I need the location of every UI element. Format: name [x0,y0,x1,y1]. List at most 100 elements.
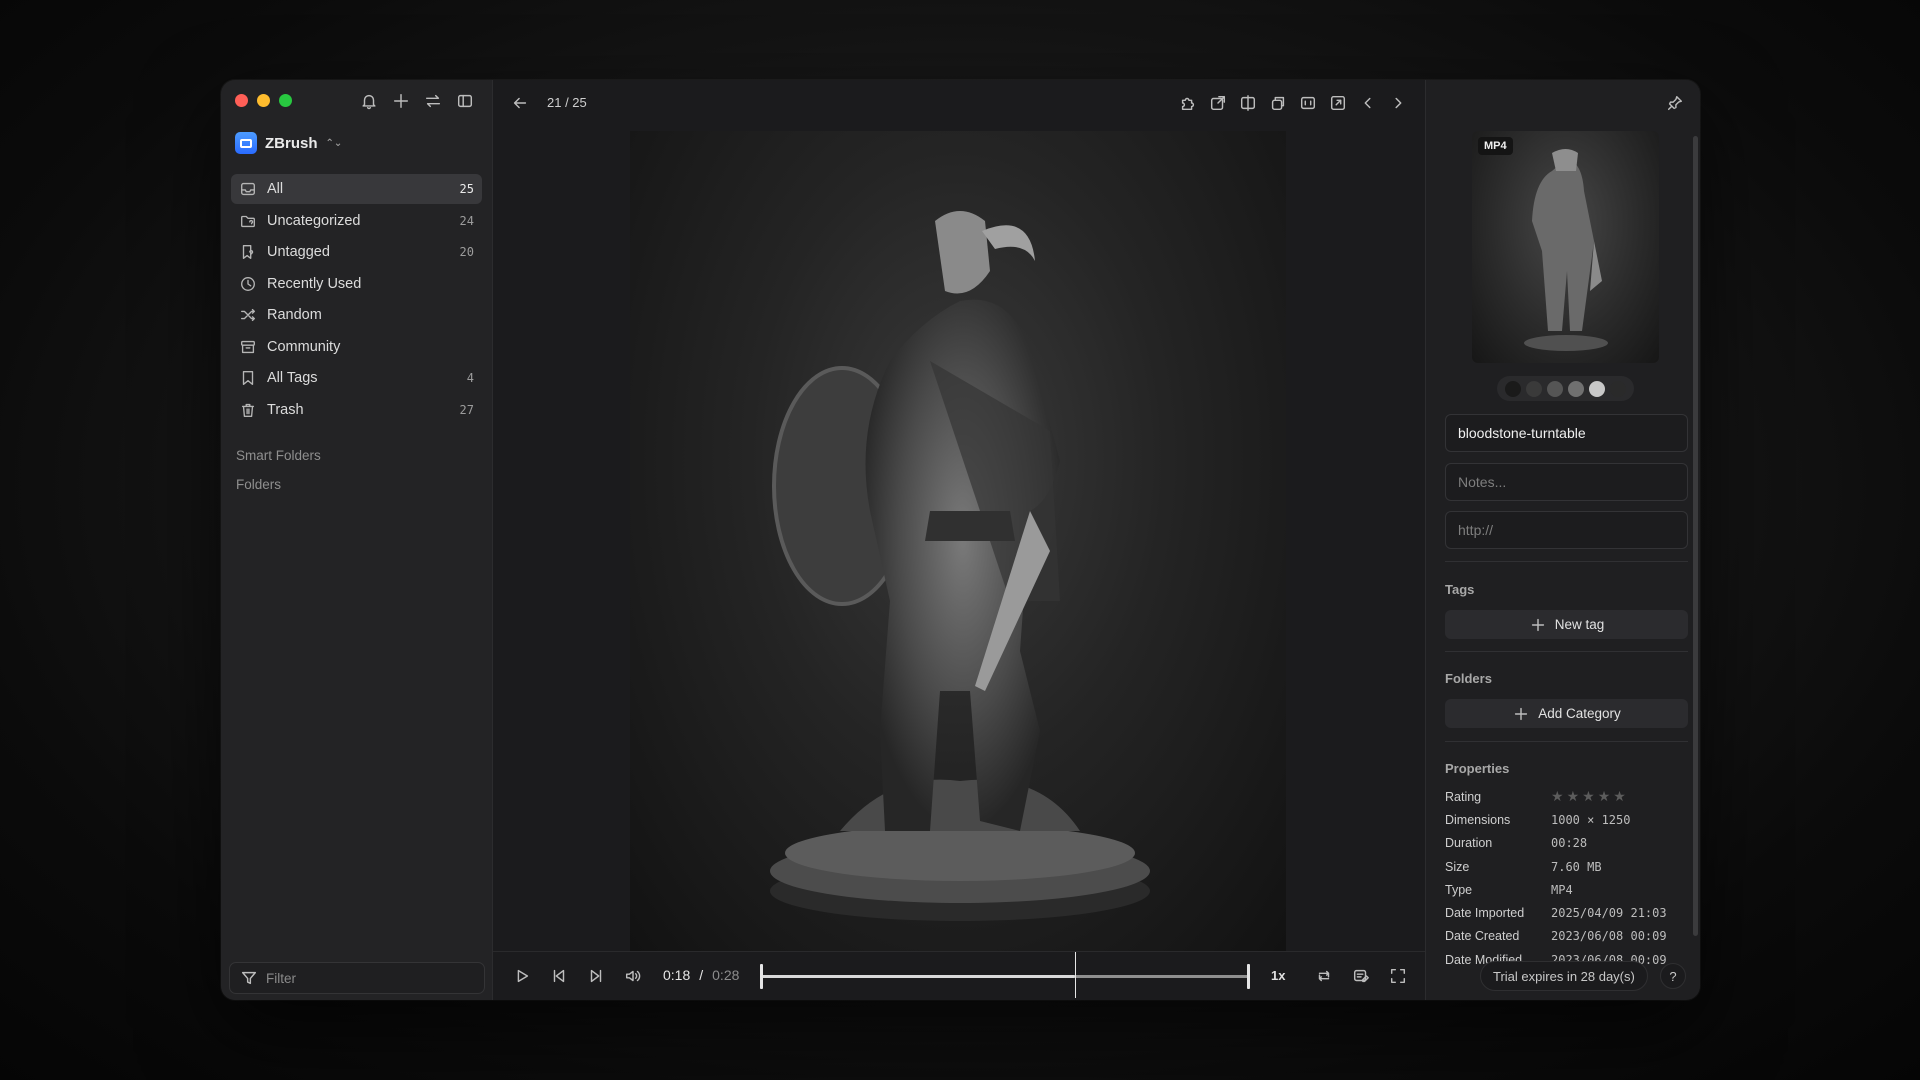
video-extra-buttons [1315,967,1407,985]
expand-icon[interactable] [1329,94,1347,112]
inspector-scrollbar[interactable] [1693,136,1698,936]
sidebar-item-label: Untagged [267,244,330,260]
star-icon[interactable]: ★ [1582,788,1595,805]
divider [1445,741,1688,742]
time-separator: / [699,967,704,983]
copy-icon[interactable] [1269,94,1287,112]
url-field[interactable]: http:// [1445,511,1688,549]
color-swatch[interactable] [1568,380,1584,397]
property-value: MP4 [1551,882,1573,897]
bell-icon[interactable] [360,92,378,110]
notes-field[interactable]: Notes... [1445,463,1688,501]
time-display: 0:18 / 0:28 [663,967,739,983]
trial-notice[interactable]: Trial expires in 28 day(s) [1480,961,1648,991]
divider [1445,651,1688,652]
playhead[interactable] [1074,952,1076,998]
current-time: 0:18 [663,967,691,983]
total-duration: 0:28 [712,967,740,983]
pin-icon[interactable] [1666,94,1684,112]
color-swatch[interactable] [1610,380,1626,397]
color-swatch[interactable] [1547,380,1563,397]
minimize-window-button[interactable] [257,94,270,107]
trim-end-handle[interactable] [1247,964,1250,989]
loop-icon[interactable] [1315,967,1333,985]
new-tag-button[interactable]: New tag [1445,610,1688,639]
fullscreen-icon[interactable] [1389,967,1407,985]
library-switcher[interactable]: ZBrush ⌃⌄ [235,132,342,154]
properties-list: Rating ★ ★ ★ ★ ★ Dimensions 1000 × 1250 Dura… [1445,785,1688,971]
properties-heading: Properties [1445,761,1510,776]
star-icon[interactable]: ★ [1598,788,1611,805]
trash-icon [238,400,258,420]
rating-stars[interactable]: ★ ★ ★ ★ ★ [1551,788,1626,805]
compare-icon[interactable] [1239,94,1257,112]
window-controls [235,94,292,107]
sidebar-item-random[interactable]: Random [231,300,482,330]
sidebar-item-count: 27 [459,402,474,417]
play-icon[interactable] [513,967,531,985]
preview-thumbnail[interactable]: MP4 [1472,131,1659,363]
sidebar-toggle-icon[interactable] [456,92,474,110]
new-tag-label: New tag [1554,617,1605,632]
swap-icon[interactable] [424,92,442,110]
playback-speed-button[interactable]: 1x [1271,968,1285,983]
sidebar-item-trash[interactable]: Trash 27 [231,395,482,425]
video-frame[interactable] [630,131,1286,951]
star-icon[interactable]: ★ [1551,788,1564,805]
sidebar-item-label: Random [267,307,322,323]
property-label: Date Created [1445,929,1520,944]
open-external-icon[interactable] [1209,94,1227,112]
color-swatch[interactable] [1526,380,1542,397]
color-swatch[interactable] [1589,380,1605,397]
add-category-button[interactable]: Add Category [1445,699,1688,728]
next-chevron-icon[interactable] [1389,94,1407,112]
sidebar-toolbar [360,92,474,110]
plus-icon [1512,705,1530,723]
sidebar-item-all-tags[interactable]: All Tags 4 [231,363,482,393]
frame-icon[interactable] [1299,94,1317,112]
help-button[interactable]: ? [1660,963,1686,989]
volume-icon[interactable] [624,967,642,985]
trim-start-handle[interactable] [760,964,763,989]
color-swatch[interactable] [1505,380,1521,397]
seek-bar-progress [761,975,1075,978]
url-placeholder: http:// [1458,522,1494,538]
sidebar-item-count: 4 [466,371,474,385]
filter-icon [240,969,258,987]
zoom-window-button[interactable] [279,94,292,107]
puzzle-icon[interactable] [1179,94,1197,112]
sidebar-item-count: 20 [459,245,474,259]
filename-field[interactable]: bloodstone-turntable [1445,414,1688,452]
seek-bar[interactable] [760,952,1250,998]
previous-chevron-icon[interactable] [1359,94,1377,112]
property-type: Type MP4 [1445,878,1688,901]
sidebar-item-untagged[interactable]: Untagged 20 [231,237,482,267]
property-duration: Duration 00:28 [1445,832,1688,855]
folders-header[interactable]: Folders [236,477,281,492]
filter-input[interactable]: Filter [229,962,485,994]
sidebar-item-uncategorized[interactable]: Uncategorized 24 [231,206,482,236]
sidebar-item-label: Community [267,338,341,355]
property-value: 00:28 [1551,836,1588,851]
plus-icon[interactable] [392,92,410,110]
skip-back-icon[interactable] [550,967,568,985]
sidebar-item-count: 24 [459,213,474,228]
star-icon[interactable]: ★ [1613,788,1626,805]
subtitles-icon[interactable] [1352,967,1370,985]
skip-forward-icon[interactable] [587,967,605,985]
sidebar-item-community[interactable]: Community [231,332,482,362]
sidebar-item-all[interactable]: All 25 [231,174,482,204]
star-icon[interactable]: ★ [1567,788,1580,805]
inbox-icon [238,179,258,199]
statue-image [770,211,1150,921]
back-arrow-icon[interactable] [511,94,529,112]
close-window-button[interactable] [235,94,248,107]
clock-icon [238,274,258,294]
sidebar: ZBrush ⌃⌄ All 25 Uncategorized 24 Untagg… [221,80,493,1000]
folder-question-icon [238,211,258,231]
property-label: Rating [1445,789,1482,804]
property-label: Size [1445,859,1470,874]
sidebar-item-count: 25 [459,182,474,196]
sidebar-item-recently-used[interactable]: Recently Used [231,269,482,299]
smart-folders-header[interactable]: Smart Folders [236,448,321,463]
